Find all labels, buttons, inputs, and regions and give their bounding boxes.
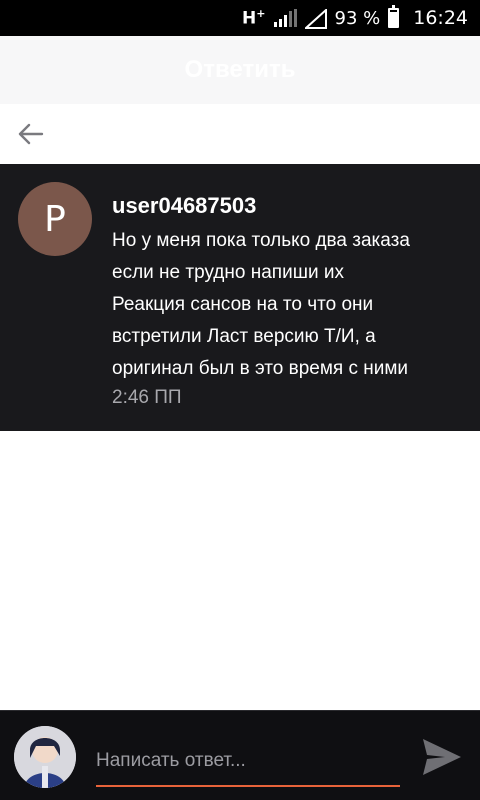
message-timestamp: 2:46 ПП (112, 387, 182, 408)
message-line: встретили Ласт версию Т/И, а (112, 326, 376, 347)
send-button[interactable] (418, 733, 466, 781)
nav-bar (0, 104, 480, 164)
title-banner: Ответить (0, 36, 480, 104)
message-line: оригинал был в это время с ними (112, 358, 409, 379)
send-icon (423, 739, 461, 775)
clock: 16:24 (413, 7, 468, 29)
page-title: Ответить (184, 56, 296, 83)
avatar[interactable]: P (18, 182, 92, 256)
message-username[interactable]: user04687503 (112, 193, 410, 219)
reply-composer (0, 710, 480, 800)
network-type: H+ (242, 7, 266, 29)
message-line: если не трудно напиши их (112, 262, 344, 283)
message-item[interactable]: P user04687503 Но у меня пока только два… (0, 164, 480, 431)
user-avatar[interactable] (14, 726, 76, 788)
status-bar: H+ 93 % 16:24 (0, 0, 480, 36)
avatar-letter: P (44, 198, 66, 240)
message-line: Реакция сансов на то что они (112, 294, 374, 315)
message-text: Но у меня пока только два заказа если не… (112, 225, 410, 385)
battery-percent: 93 % (334, 7, 381, 29)
message-line: Но у меня пока только два заказа (112, 230, 410, 251)
back-button[interactable] (14, 118, 46, 150)
reply-input[interactable] (96, 737, 400, 787)
message-body: user04687503 Но у меня пока только два з… (112, 182, 410, 431)
wifi-triangle-icon (304, 7, 327, 29)
back-arrow-icon (18, 123, 44, 145)
battery-icon (388, 5, 400, 28)
signal-icon (273, 9, 297, 27)
